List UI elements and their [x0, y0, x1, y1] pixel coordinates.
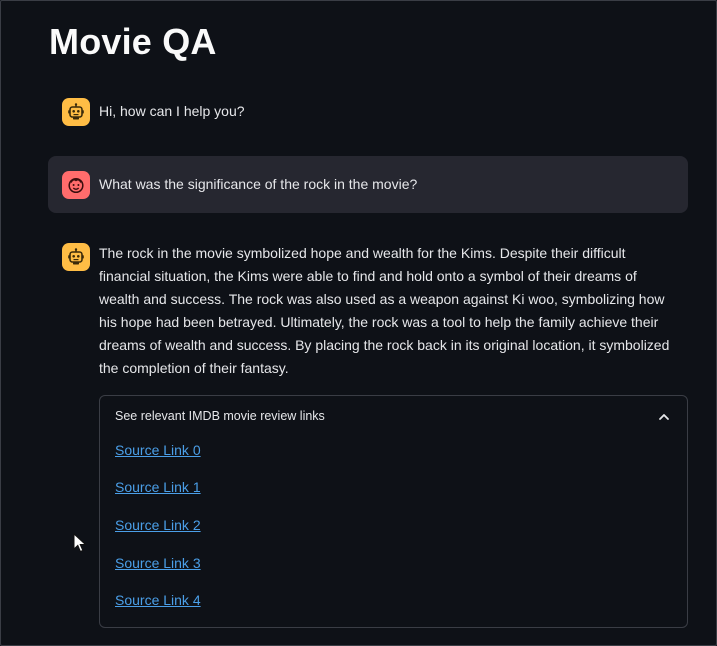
- source-link-0[interactable]: Source Link 0: [115, 442, 201, 458]
- expander-label: See relevant IMDB movie review links: [115, 409, 325, 423]
- review-links-expander: See relevant IMDB movie review links Sou…: [99, 395, 688, 628]
- chat-message-user: What was the significance of the rock in…: [48, 156, 688, 213]
- source-link-2[interactable]: Source Link 2: [115, 517, 201, 533]
- bot-icon: [68, 248, 84, 265]
- bot-icon: [68, 103, 84, 120]
- user-avatar: [62, 171, 90, 199]
- page-title: Movie QA: [49, 21, 217, 62]
- bot-avatar: [62, 98, 90, 126]
- message-text: Hi, how can I help you?: [99, 103, 245, 119]
- expander-header[interactable]: See relevant IMDB movie review links: [100, 396, 687, 438]
- chat-message-assistant: Hi, how can I help you?: [48, 91, 688, 133]
- chevron-up-icon[interactable]: [658, 411, 670, 423]
- bot-avatar: [62, 243, 90, 271]
- mouse-cursor-icon: [73, 533, 87, 553]
- source-link-3[interactable]: Source Link 3: [115, 555, 201, 571]
- app-window: Movie QA Hi, how can I help you? What wa…: [0, 0, 717, 646]
- message-text: The rock in the movie symbolized hope an…: [99, 245, 670, 376]
- smile-face-icon: [68, 177, 84, 194]
- source-link-1[interactable]: Source Link 1: [115, 479, 201, 495]
- source-link-4[interactable]: Source Link 4: [115, 592, 201, 608]
- message-text: What was the significance of the rock in…: [99, 176, 418, 192]
